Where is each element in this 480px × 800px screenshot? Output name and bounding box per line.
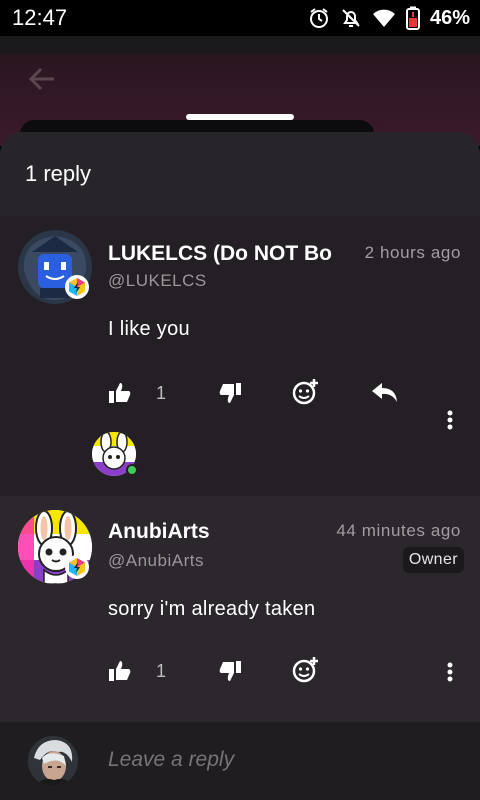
comment-timestamp: 2 hours ago	[364, 243, 461, 262]
comment-timestamp: 44 minutes ago	[336, 521, 461, 540]
dislike-icon[interactable]	[218, 660, 242, 682]
status-icons: 46%	[308, 6, 470, 30]
comment-author-handle[interactable]: @AnubiArts	[108, 551, 204, 571]
comment-item: AnubiArts 44 minutes ago @AnubiArts Owne…	[0, 496, 480, 722]
online-status-dot	[126, 464, 138, 476]
comment-author-name[interactable]: LUKELCS (Do NOT Bo	[108, 242, 342, 266]
reply-input[interactable]	[108, 748, 448, 772]
like-count: 1	[156, 661, 167, 681]
wifi-icon	[372, 8, 396, 28]
alarm-icon	[308, 7, 330, 29]
current-user-avatar[interactable]	[28, 736, 78, 786]
add-reaction-icon[interactable]	[292, 656, 320, 684]
like-count: 1	[156, 383, 167, 403]
reply-bar	[0, 722, 480, 800]
back-arrow-icon	[28, 66, 56, 96]
sheet-title: 1 reply	[25, 161, 92, 186]
verified-badge-icon	[65, 275, 89, 299]
sheet-header: 1 reply	[0, 132, 480, 216]
status-time: 12:47	[12, 5, 68, 30]
owner-badge: Owner	[402, 547, 464, 573]
dislike-icon[interactable]	[218, 382, 242, 404]
like-icon[interactable]	[108, 660, 132, 682]
replies-sheet: 1 reply LUKELCS (Do NOT Bo 2 hours ago @…	[0, 132, 480, 800]
comment-item: LUKELCS (Do NOT Bo 2 hours ago @LUKELCS …	[0, 216, 480, 496]
sheet-drag-handle[interactable]	[186, 114, 294, 120]
reply-icon[interactable]	[372, 382, 398, 404]
add-reaction-icon[interactable]	[292, 378, 320, 406]
comment-text: I like you	[108, 318, 190, 340]
comment-text: sorry i'm already taken	[108, 598, 316, 620]
background-app	[0, 36, 480, 150]
battery-percent: 46%	[429, 6, 470, 29]
status-bar: 12:47 46%	[0, 0, 480, 36]
battery-low-icon	[405, 6, 420, 30]
more-options-icon[interactable]	[440, 408, 460, 432]
like-icon[interactable]	[108, 382, 132, 404]
comment-author-name[interactable]: AnubiArts	[108, 520, 210, 544]
verified-badge-icon	[65, 555, 89, 579]
more-options-icon[interactable]	[440, 660, 460, 684]
bell-off-icon	[340, 7, 362, 29]
comment-author-handle[interactable]: @LUKELCS	[108, 271, 207, 291]
